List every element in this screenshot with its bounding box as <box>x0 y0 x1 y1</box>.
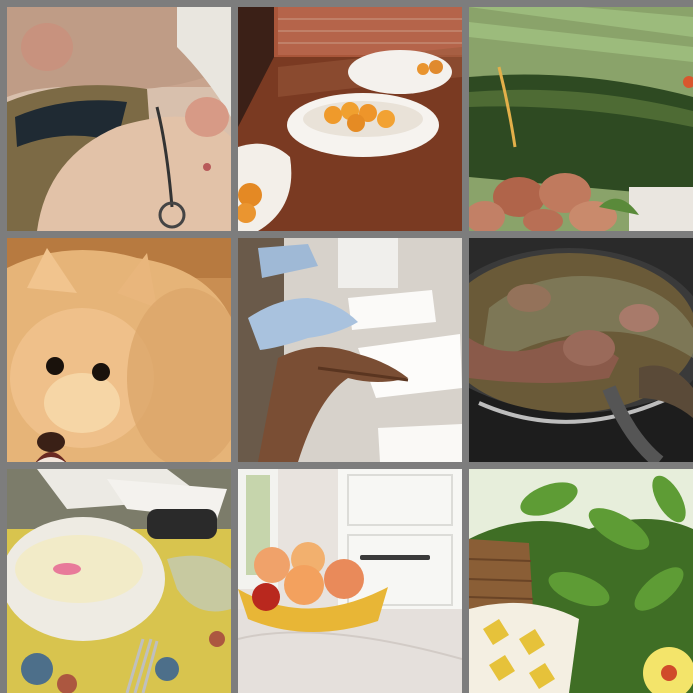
photo-grid <box>0 0 693 693</box>
photo-tomato-bowls[interactable] <box>238 7 462 231</box>
photo-zucchini-potatoes[interactable] <box>469 7 693 231</box>
yogurt-bowl-image <box>7 469 231 693</box>
person-image <box>7 7 231 231</box>
tomato-bowls-image <box>238 7 462 231</box>
zucchini-image <box>469 7 693 231</box>
gloved-hands-image <box>238 238 462 462</box>
garden-image <box>469 469 693 693</box>
photo-stew-pot[interactable] <box>469 238 693 462</box>
photo-gloved-hands[interactable] <box>238 238 462 462</box>
photo-pomeranian[interactable] <box>7 238 231 462</box>
photo-garden-hibiscus[interactable] <box>469 469 693 693</box>
stew-pot-image <box>469 238 693 462</box>
photo-person-with-glasses[interactable] <box>7 7 231 231</box>
fruit-bowl-image <box>238 469 462 693</box>
photo-yogurt-bowl[interactable] <box>7 469 231 693</box>
photo-fruit-bowl[interactable] <box>238 469 462 693</box>
pomeranian-image <box>7 238 231 462</box>
